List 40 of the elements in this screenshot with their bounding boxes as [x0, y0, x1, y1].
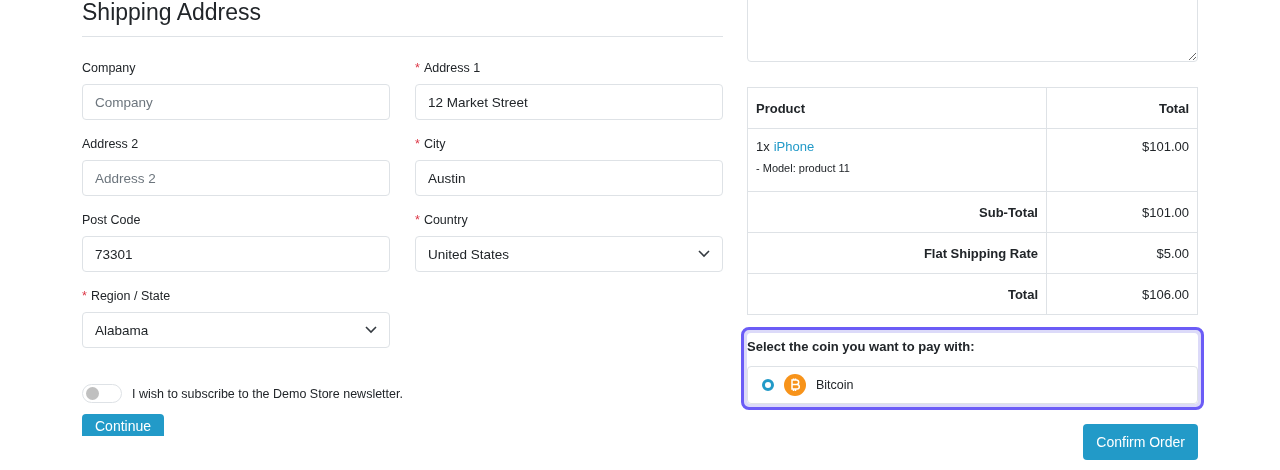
- select-field[interactable]: Alabama: [82, 312, 390, 348]
- chevron-down-icon: [365, 326, 377, 334]
- field-label: Address 2: [82, 137, 139, 152]
- input-field[interactable]: 73301: [82, 236, 390, 272]
- field-label: Address 1: [423, 61, 481, 76]
- newsletter-toggle[interactable]: [82, 384, 122, 403]
- bitcoin-icon: [784, 374, 806, 396]
- table-cell: $101.00: [1046, 191, 1198, 233]
- required-mark: *: [415, 61, 420, 76]
- table-cell: $106.00: [1046, 273, 1198, 315]
- field-label: Company: [82, 61, 136, 76]
- chevron-down-icon: [698, 250, 710, 258]
- coin-name: Bitcoin: [816, 378, 854, 392]
- table-cell: Sub-Total: [747, 191, 1047, 233]
- field-label: Post Code: [82, 213, 141, 228]
- table-cell: $101.00: [1046, 128, 1198, 192]
- input-field[interactable]: Company: [82, 84, 390, 120]
- table-cell: Flat Shipping Rate: [747, 232, 1047, 274]
- input-field[interactable]: Address 2: [82, 160, 390, 196]
- radio-button[interactable]: [762, 379, 774, 391]
- select-field[interactable]: United States: [415, 236, 723, 272]
- column-header: Product: [747, 87, 1047, 129]
- required-mark: *: [415, 137, 420, 152]
- comment-field[interactable]: [747, 0, 1198, 62]
- field-label: Country: [423, 213, 468, 228]
- input-field[interactable]: 12 Market Street: [415, 84, 723, 120]
- input-field[interactable]: Austin: [415, 160, 723, 196]
- section-heading: Shipping Address: [82, 0, 723, 37]
- product-option: - Model: product 11: [756, 162, 1038, 174]
- table-cell: $5.00: [1046, 232, 1198, 274]
- payment-prompt: Select the coin you want to pay with:: [747, 338, 976, 356]
- required-mark: *: [82, 289, 87, 304]
- table-cell: Total: [747, 273, 1047, 315]
- item-quantity: 1x: [756, 139, 770, 154]
- coin-option[interactable]: Bitcoin: [747, 366, 1198, 404]
- newsletter-label: I wish to subscribe to the Demo Store newsletter.: [132, 386, 403, 401]
- required-mark: *: [415, 213, 420, 228]
- field-label: Region / State: [90, 289, 171, 304]
- column-header: Total: [1046, 87, 1198, 129]
- field-label: City: [423, 137, 446, 152]
